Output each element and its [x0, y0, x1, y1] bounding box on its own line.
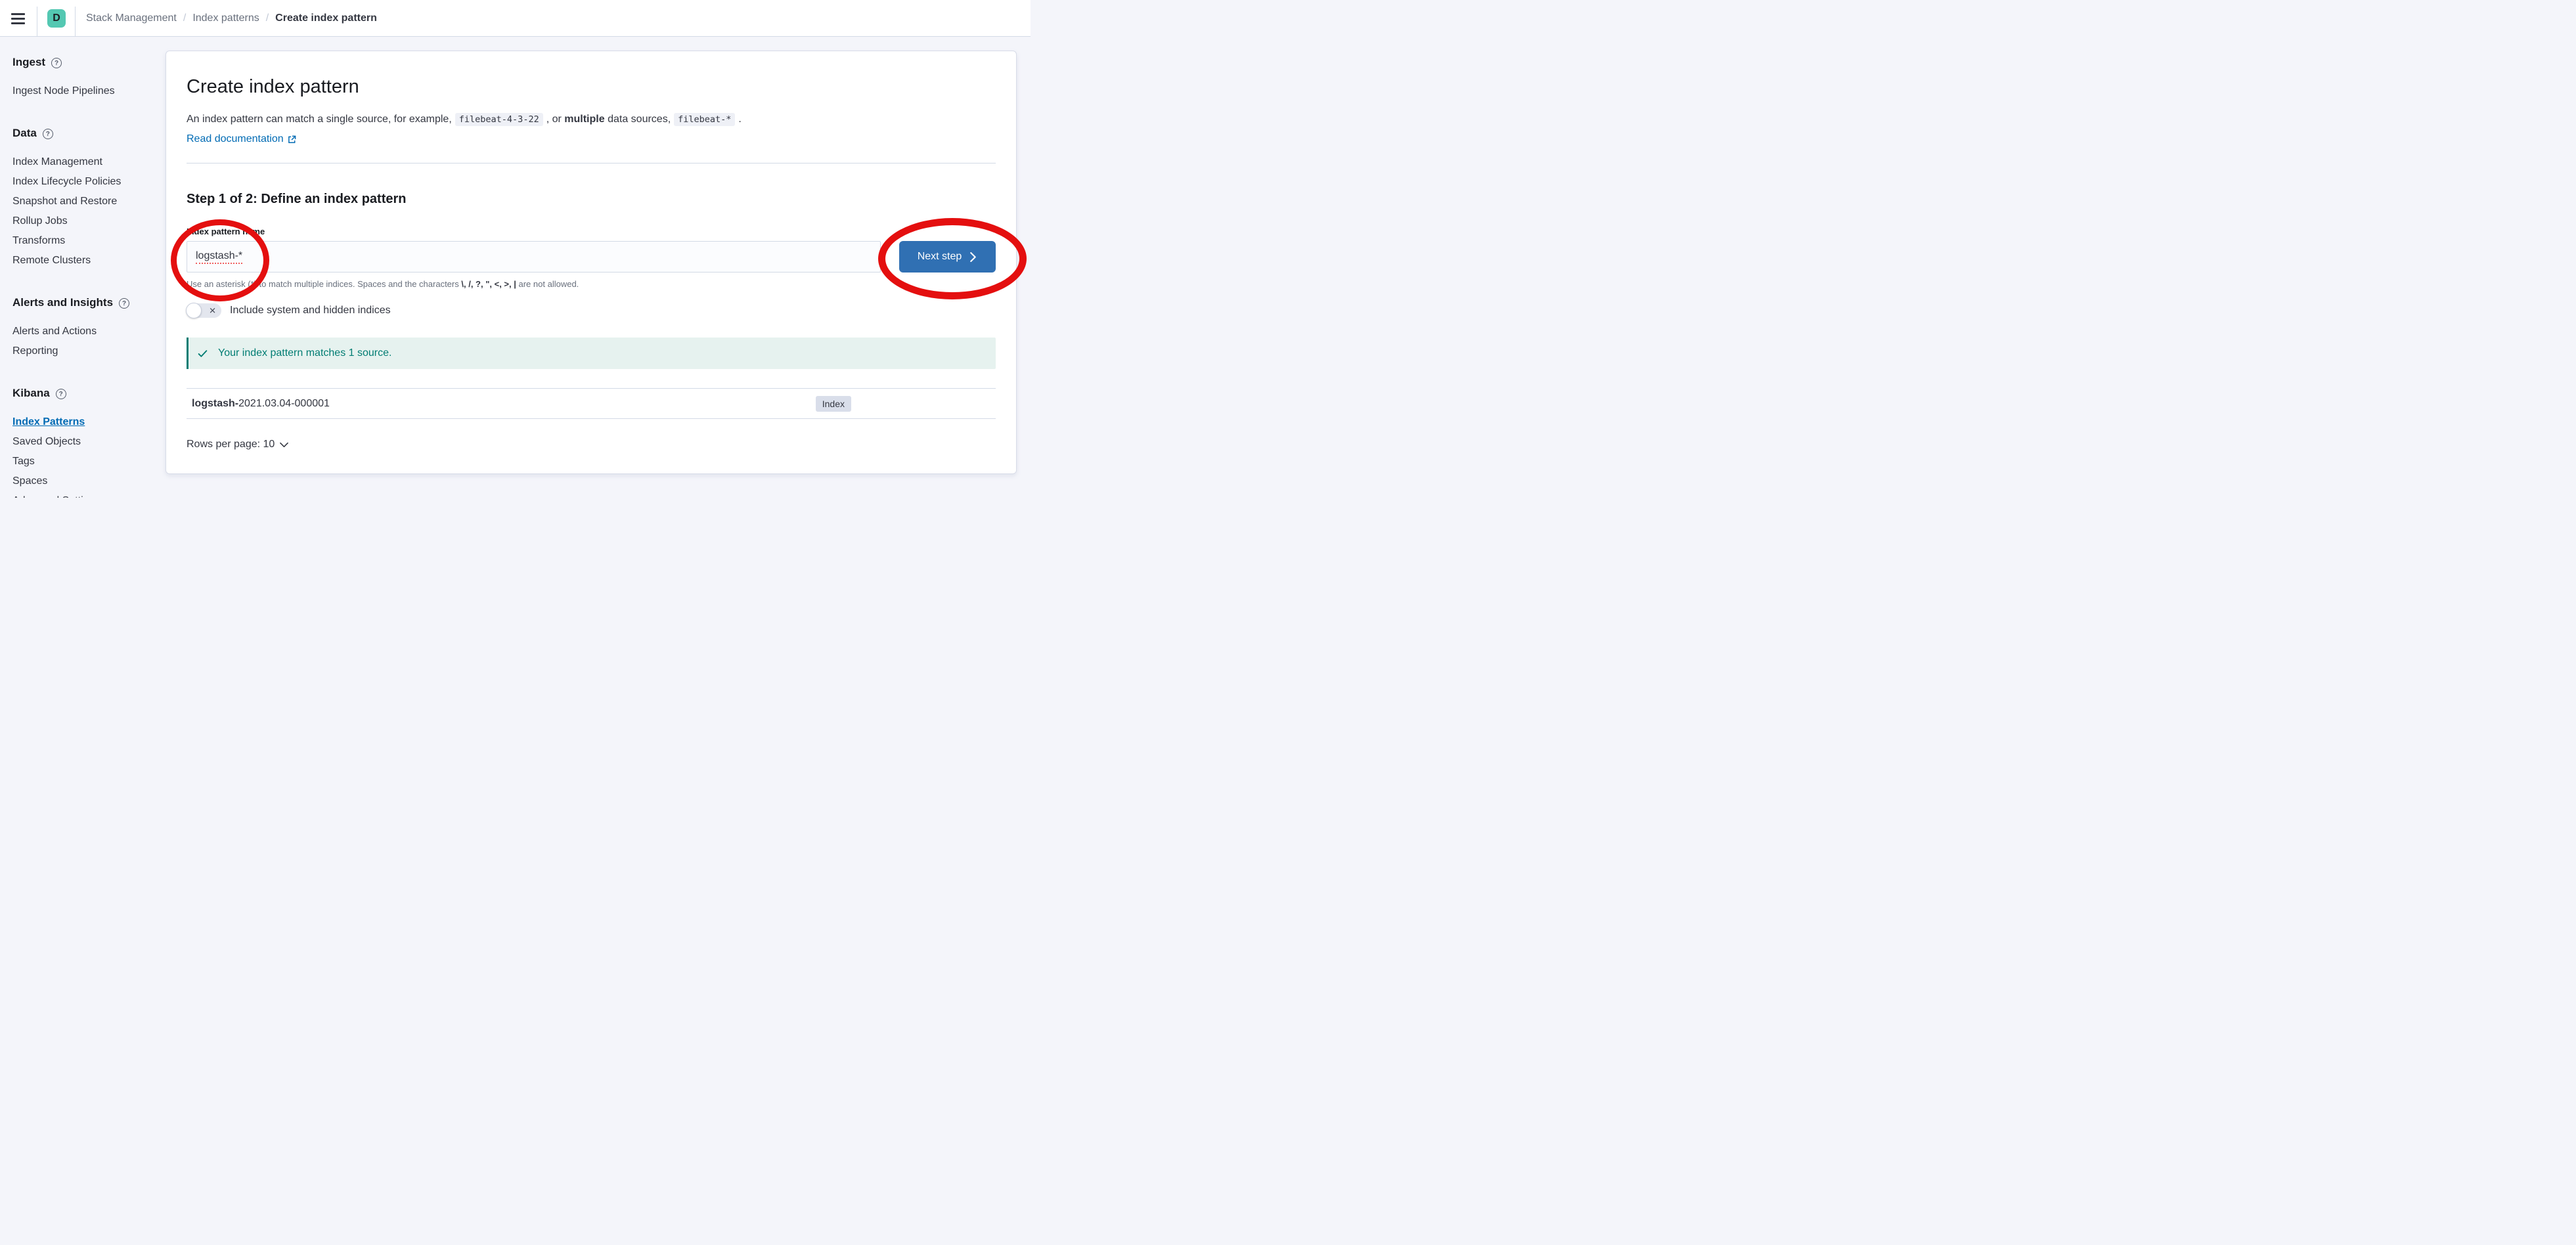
code-example-single: filebeat-4-3-22: [455, 113, 543, 126]
sidebar-group-title-label: Kibana: [12, 387, 50, 400]
chevron-down-icon: [280, 442, 288, 448]
sidebar-item-remote-clusters[interactable]: Remote Clusters: [12, 251, 159, 271]
sidebar-item-snapshot-and-restore[interactable]: Snapshot and Restore: [12, 192, 159, 211]
sidebar-group-title-label: Data: [12, 127, 37, 140]
code-example-wildcard: filebeat-*: [674, 113, 735, 126]
read-documentation-link[interactable]: Read documentation: [187, 133, 296, 146]
check-icon: [197, 348, 208, 359]
include-hidden-indices-row: ✕ Include system and hidden indices: [187, 303, 996, 318]
next-step-button[interactable]: Next step: [899, 241, 996, 273]
sidebar-group-ingest: Ingest ? Ingest Node Pipelines: [12, 56, 159, 101]
read-documentation-label: Read documentation: [187, 133, 284, 146]
sidebar-item-saved-objects[interactable]: Saved Objects: [12, 432, 159, 452]
sidebar-item-spaces[interactable]: Spaces: [12, 471, 159, 491]
sidebar-item-tags[interactable]: Tags: [12, 452, 159, 471]
intro-text: An index pattern can match a single sour…: [187, 112, 996, 127]
sidebar-group-title: Kibana ?: [12, 387, 159, 400]
sidebar-item-ingest-node-pipelines[interactable]: Ingest Node Pipelines: [12, 81, 159, 101]
sidebar-item-advanced-settings[interactable]: Advanced Settings: [12, 491, 159, 498]
chevron-right-icon: [969, 252, 977, 262]
matching-sources-table: logstash-2021.03.04-000001 Index: [187, 388, 996, 419]
management-sidebar: Ingest ? Ingest Node Pipelines Data ? In…: [0, 37, 166, 498]
sidebar-item-alerts-and-actions[interactable]: Alerts and Actions: [12, 322, 159, 341]
toggle-off-icon: ✕: [209, 307, 216, 315]
intro-part: data sources,: [608, 114, 671, 125]
index-type-badge: Index: [816, 396, 851, 412]
help-icon[interactable]: ?: [119, 298, 129, 309]
helper-forbidden-chars: \, /, ?, ", <, >, |: [461, 279, 516, 289]
breadcrumb-separator: /: [266, 12, 269, 24]
rows-per-page-button[interactable]: Rows per page: 10: [187, 439, 288, 450]
section-divider: [187, 163, 996, 164]
index-name-rest: 2021.03.04-000001: [238, 398, 330, 410]
success-callout-text: Your index pattern matches 1 source.: [218, 347, 391, 359]
help-icon[interactable]: ?: [56, 389, 66, 399]
top-header: D Stack Management / Index patterns / Cr…: [0, 0, 1031, 37]
sidebar-item-index-lifecycle-policies[interactable]: Index Lifecycle Policies: [12, 172, 159, 192]
sidebar-group-title: Alerts and Insights ?: [12, 296, 159, 309]
sidebar-group-data: Data ? Index Management Index Lifecycle …: [12, 127, 159, 271]
help-icon[interactable]: ?: [43, 129, 53, 139]
intro-bold: multiple: [564, 114, 604, 125]
sidebar-group-title-label: Alerts and Insights: [12, 296, 113, 309]
index-pattern-field-row: logstash-* Next step: [187, 241, 996, 273]
sidebar-item-transforms[interactable]: Transforms: [12, 231, 159, 251]
external-link-icon: [288, 135, 296, 144]
breadcrumb-stack-management[interactable]: Stack Management: [86, 12, 177, 24]
success-callout: Your index pattern matches 1 source.: [187, 338, 996, 369]
create-index-pattern-panel: Create index pattern An index pattern ca…: [166, 51, 1017, 474]
index-name-match: logstash-: [192, 398, 238, 410]
breadcrumb-separator: /: [183, 12, 186, 24]
sidebar-group-title: Ingest ?: [12, 56, 159, 69]
intro-part: , or: [546, 114, 562, 125]
sidebar-item-rollup-jobs[interactable]: Rollup Jobs: [12, 211, 159, 231]
rows-per-page-label: Rows per page: 10: [187, 439, 275, 450]
intro-part: .: [738, 114, 741, 125]
toggle-knob: [186, 303, 202, 318]
sidebar-item-reporting[interactable]: Reporting: [12, 341, 159, 361]
include-hidden-indices-label[interactable]: Include system and hidden indices: [230, 305, 391, 317]
intro-part: An index pattern can match a single sour…: [187, 114, 452, 125]
sidebar-group-kibana: Kibana ? Index Patterns Saved Objects Ta…: [12, 387, 159, 498]
helper-part: Use an asterisk (*) to match multiple in…: [187, 279, 459, 289]
sidebar-item-index-management[interactable]: Index Management: [12, 152, 159, 172]
sidebar-group-title-label: Ingest: [12, 56, 45, 69]
breadcrumb: Stack Management / Index patterns / Crea…: [86, 0, 377, 37]
next-step-label: Next step: [918, 251, 962, 263]
table-row: logstash-2021.03.04-000001 Index: [187, 389, 996, 418]
helper-part: are not allowed.: [519, 279, 579, 289]
sidebar-group-title: Data ?: [12, 127, 159, 140]
index-pattern-name-label: Index pattern name: [187, 227, 996, 237]
space-avatar[interactable]: D: [47, 9, 66, 28]
input-helper-text: Use an asterisk (*) to match multiple in…: [187, 279, 996, 290]
breadcrumb-create-index-pattern: Create index pattern: [275, 12, 377, 24]
help-icon[interactable]: ?: [51, 58, 62, 68]
index-pattern-name-input[interactable]: logstash-*: [187, 241, 881, 273]
step-heading: Step 1 of 2: Define an index pattern: [187, 191, 996, 207]
index-pattern-input-value: logstash-*: [196, 250, 242, 264]
include-hidden-indices-toggle[interactable]: ✕: [187, 303, 221, 318]
header-divider: [75, 7, 76, 36]
sidebar-item-index-patterns[interactable]: Index Patterns: [12, 412, 159, 432]
sidebar-group-alerts-and-insights: Alerts and Insights ? Alerts and Actions…: [12, 296, 159, 361]
menu-icon[interactable]: [11, 13, 26, 24]
page-title: Create index pattern: [187, 75, 996, 98]
breadcrumb-index-patterns[interactable]: Index patterns: [192, 12, 259, 24]
